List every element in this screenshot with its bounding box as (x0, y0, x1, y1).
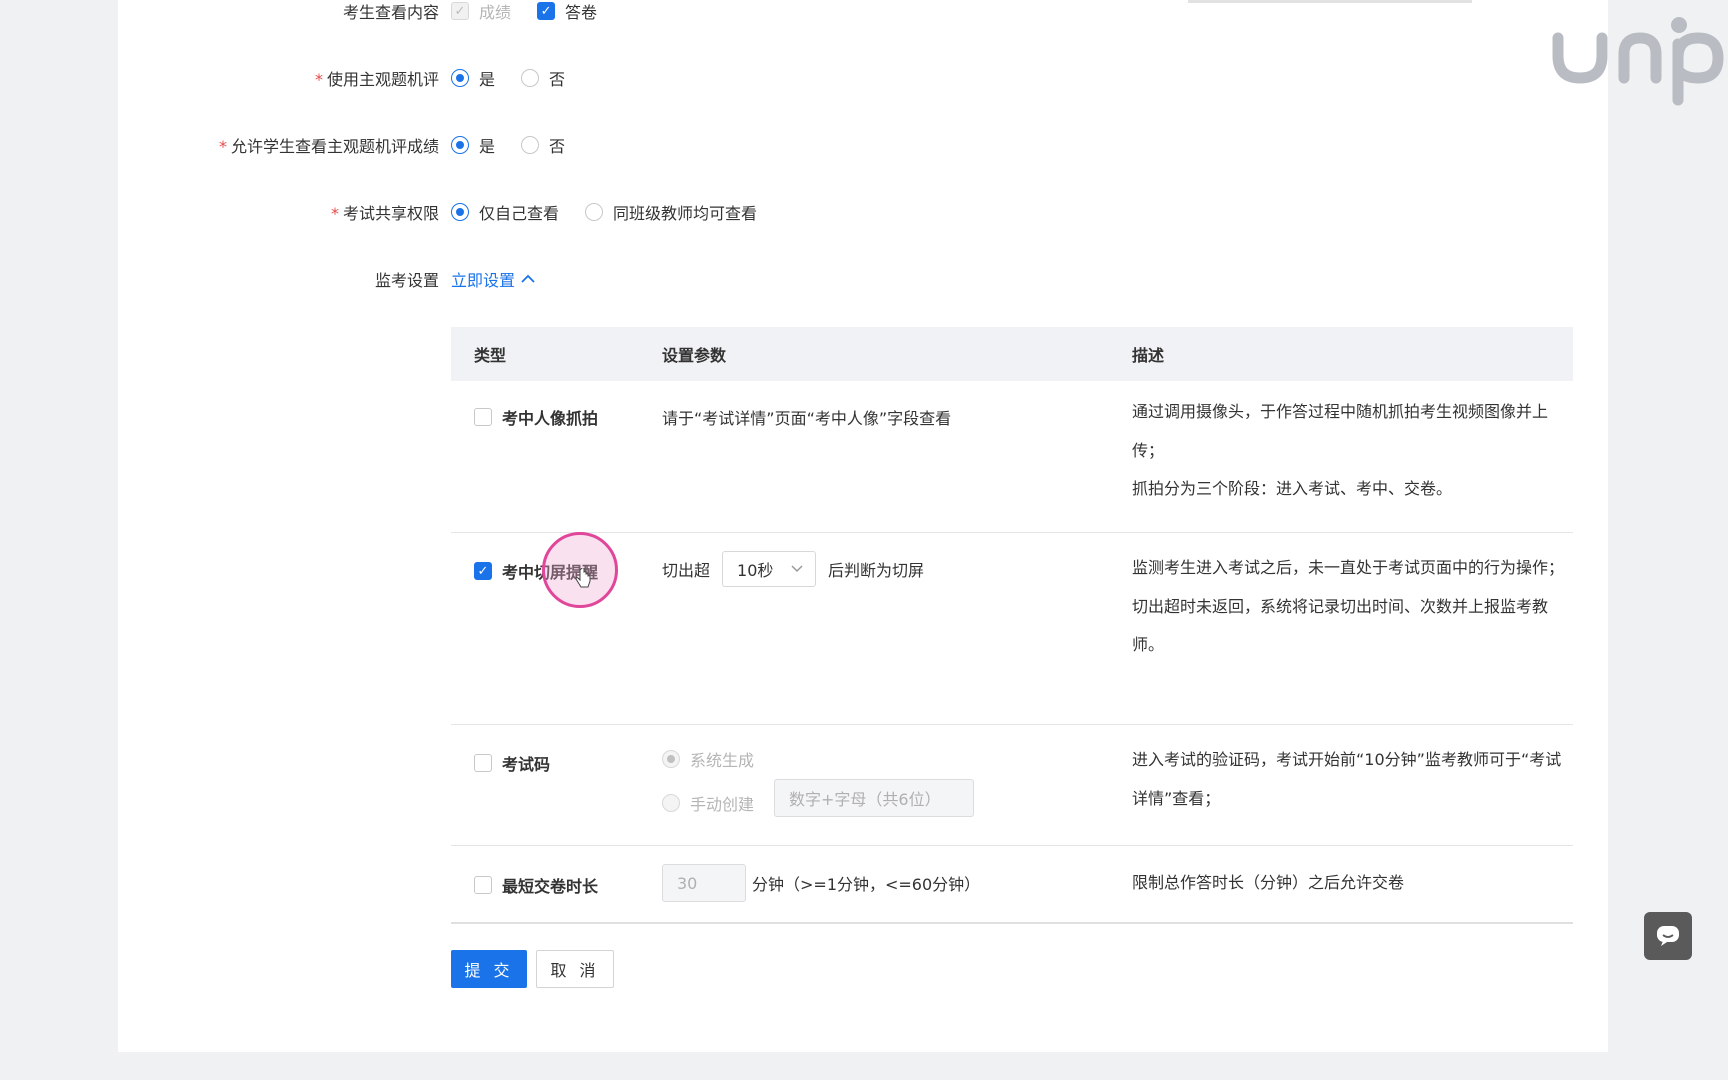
subjective-ai-row: * 使用主观题机评 是 否 (118, 63, 1608, 93)
share-self-radio[interactable] (451, 203, 469, 221)
table-row: 最短交卷时长 30 分钟（>=1分钟，<=60分钟） 限制总作答时长（分钟）之后… (451, 846, 1573, 924)
allow-view-ai-yes-label: 是 (479, 137, 496, 156)
score-option-label: 成绩 (479, 3, 512, 22)
chevron-up-icon (521, 274, 535, 283)
table-header: 类型 设置参数 描述 (451, 327, 1573, 381)
table-row: 考试码 系统生成 手动创建 数字+字母（共6位） 进入考试的验证码，考试开始前“… (451, 725, 1573, 846)
subjective-ai-no-radio[interactable] (521, 69, 540, 87)
min-time-desc: 限制总作答时长（分钟）之后允许交卷 (1132, 873, 1405, 892)
code-name: 考试码 (502, 755, 551, 774)
code-input[interactable]: 数字+字母（共6位） (774, 779, 975, 817)
capture-name: 考中人像抓拍 (502, 409, 599, 428)
code-system-radio[interactable] (662, 750, 680, 768)
proctor-row: 监考设置 立即设置 (118, 264, 1608, 294)
subjective-ai-no-label: 否 (549, 70, 566, 89)
min-time-unit: 分钟（>=1分钟，<=60分钟） (752, 875, 981, 894)
share-class-radio[interactable] (585, 203, 604, 221)
table-row: 考中人像抓拍 请于“考试详情”页面“考中人像”字段查看 通过调用摄像头，于作答过… (451, 381, 1573, 533)
header-type: 类型 (474, 346, 507, 365)
view-content-row: 考生查看内容 ✓ 成绩 ✓ 答卷 (118, 0, 1608, 26)
subjective-ai-yes-label: 是 (479, 70, 496, 89)
table-row: ✓ 考中切屏提醒 切出超 10秒 后判断为切屏 监测考生进入考试之后，未一直处于… (451, 533, 1573, 725)
capture-checkbox[interactable] (474, 408, 492, 426)
min-time-name: 最短交卷时长 (502, 877, 599, 896)
share-self-label: 仅自己查看 (479, 204, 560, 223)
score-checkbox[interactable]: ✓ (451, 2, 469, 20)
proctor-setup-link[interactable]: 立即设置 (451, 267, 535, 291)
code-manual-radio[interactable] (662, 794, 680, 812)
allow-view-ai-yes-radio[interactable] (451, 136, 469, 154)
share-row: * 考试共享权限 仅自己查看 同班级教师均可查看 (118, 197, 1608, 227)
answer-checkbox[interactable]: ✓ (537, 2, 556, 20)
chat-button[interactable] (1644, 912, 1692, 960)
subjective-ai-label: * 使用主观题机评 (314, 70, 439, 89)
share-class-label: 同班级教师均可查看 (613, 204, 758, 223)
chat-icon (1657, 926, 1679, 946)
unipus-logo (1552, 17, 1724, 106)
switch-time-select[interactable]: 10秒 (722, 551, 817, 587)
header-param: 设置参数 (662, 346, 727, 365)
allow-view-ai-row: * 允许学生查看主观题机评成绩 是 否 (118, 130, 1608, 160)
settings-panel: 考生查看内容 ✓ 成绩 ✓ 答卷 * 使用主观题机评 是 否 * 允许学生查看主观题… (118, 0, 1608, 1052)
subjective-ai-yes-radio[interactable] (451, 69, 469, 87)
code-manual-label: 手动创建 (690, 795, 755, 814)
allow-view-ai-no-label: 否 (549, 137, 566, 156)
proctor-label: 监考设置 (374, 271, 439, 290)
top-scroll-indicator (1188, 0, 1472, 3)
code-system-label: 系统生成 (690, 751, 755, 770)
code-desc: 进入考试的验证码，考试开始前“10分钟”监考教师可于“考试详情”查看； (1132, 750, 1562, 808)
switch-param: 切出超 10秒 后判断为切屏 (662, 551, 924, 587)
share-label: * 考试共享权限 (330, 204, 439, 223)
min-time-input[interactable]: 30 (662, 864, 746, 902)
proctor-table: 类型 设置参数 描述 考中人像抓拍 请于“考试详情”页面“考中人像”字段查看 通… (451, 327, 1573, 924)
code-checkbox[interactable] (474, 754, 492, 772)
switch-checkbox[interactable]: ✓ (474, 562, 492, 580)
allow-view-ai-label: * 允许学生查看主观题机评成绩 (218, 137, 439, 156)
hand-cursor-icon (575, 568, 591, 588)
submit-button[interactable]: 提 交 (451, 950, 527, 988)
min-time-checkbox[interactable] (474, 876, 492, 894)
cancel-button[interactable]: 取 消 (536, 950, 614, 988)
header-desc: 描述 (1132, 346, 1165, 365)
capture-desc: 通过调用摄像头，于作答过程中随机抓拍考生视频图像并上传； 抓拍分为三个阶段：进入… (1132, 402, 1549, 498)
view-content-label: 考生查看内容 (342, 3, 439, 22)
switch-desc: 监测考生进入考试之后，未一直处于考试页面中的行为操作； 切出超时未返回，系统将记… (1132, 558, 1565, 654)
chevron-down-icon (791, 565, 803, 573)
allow-view-ai-no-radio[interactable] (521, 136, 540, 154)
answer-option-label: 答卷 (565, 3, 598, 22)
capture-param: 请于“考试详情”页面“考中人像”字段查看 (662, 409, 952, 428)
